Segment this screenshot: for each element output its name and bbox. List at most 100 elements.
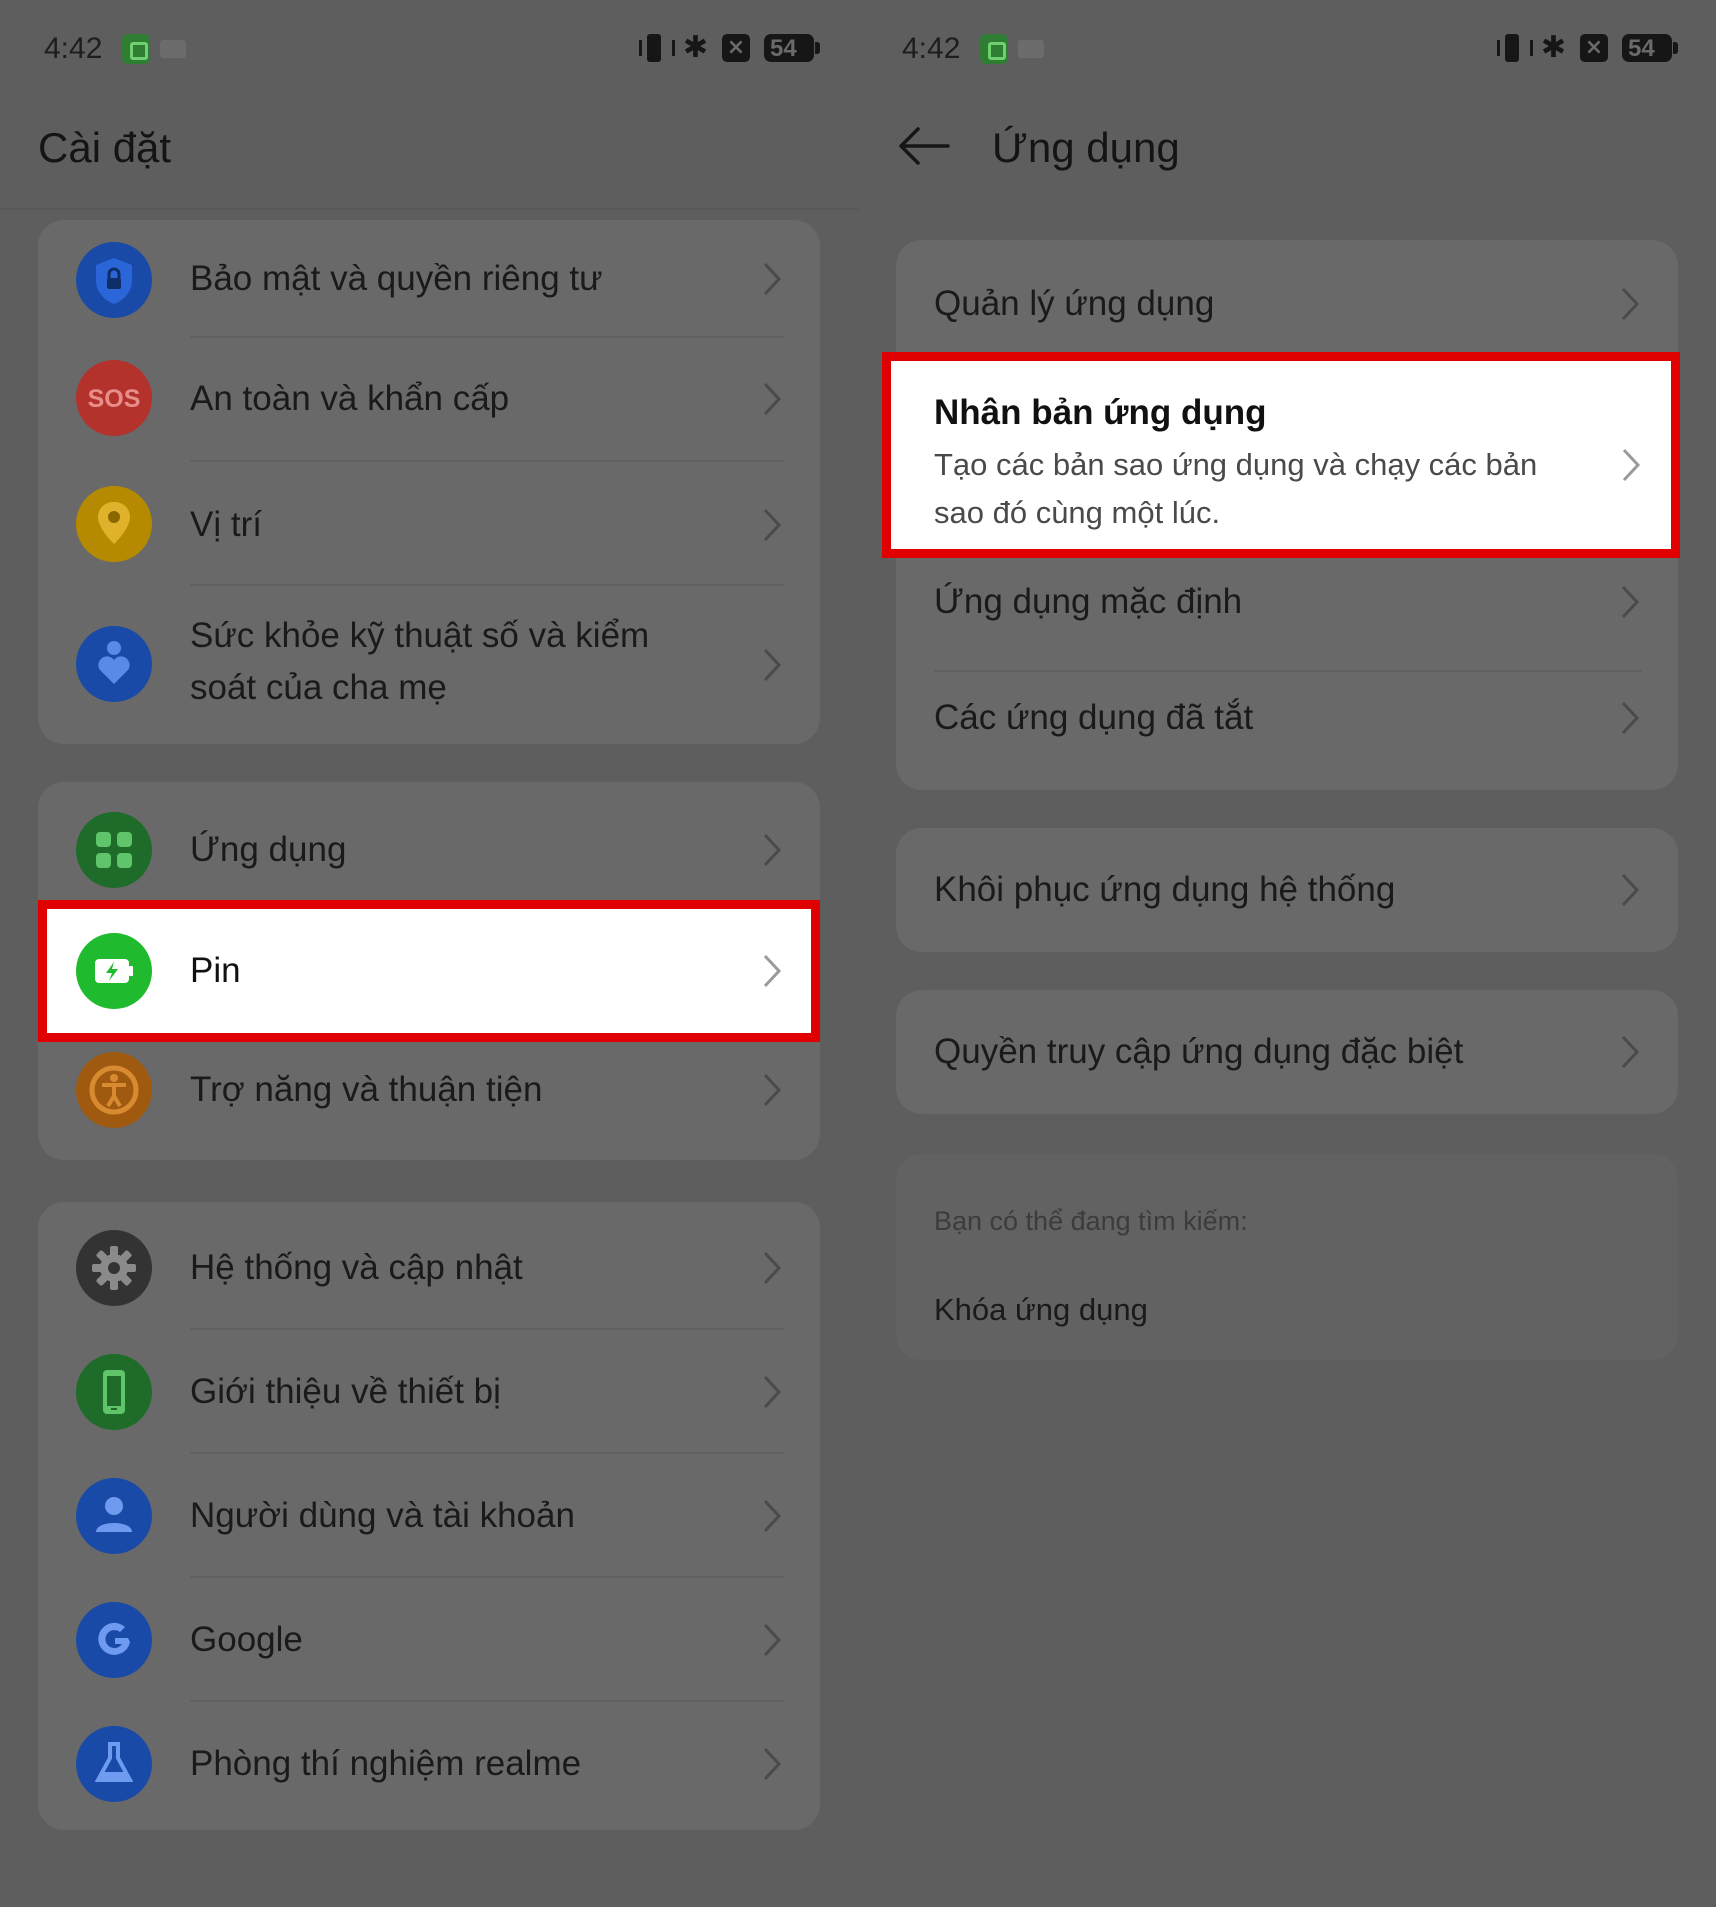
- suggestions-heading: Bạn có thể đang tìm kiếm:: [934, 1206, 1248, 1236]
- suggestion-app-lock[interactable]: Khóa ứng dụng: [934, 1292, 1148, 1328]
- settings-item-label: Trợ năng và thuận tiện: [190, 1070, 543, 1109]
- settings-item-digital-wellbeing[interactable]: Sức khỏe kỹ thuật số và kiểm soát của ch…: [38, 586, 820, 744]
- chevron-right-icon: [762, 1622, 782, 1658]
- user-icon: [76, 1478, 152, 1554]
- settings-item-location[interactable]: Vị trí: [38, 462, 820, 586]
- apps-item-disabled[interactable]: Các ứng dụng đã tắt: [896, 672, 1678, 790]
- app-icon: [980, 34, 1008, 64]
- page-title: Ứng dụng: [992, 124, 1180, 171]
- battery-level: 54: [770, 35, 797, 62]
- header-divider: [0, 208, 858, 210]
- settings-item-safety[interactable]: SOS An toàn và khẩn cấp: [38, 338, 820, 462]
- status-time: 4:42: [902, 32, 961, 65]
- apps-item-special-access[interactable]: Quyền truy cập ứng dụng đặc biệt: [896, 990, 1678, 1114]
- settings-item-label: Bảo mật và quyền riêng tư: [190, 259, 603, 298]
- chevron-right-icon: [762, 1374, 782, 1410]
- chevron-right-icon: [762, 953, 782, 989]
- settings-item-label: Phòng thí nghiệm realme: [190, 1744, 582, 1783]
- chevron-right-icon: [762, 647, 782, 683]
- status-time: 4:42: [44, 32, 103, 65]
- apps-item-label: Quyền truy cập ứng dụng đặc biệt: [934, 1032, 1464, 1071]
- x-icon: ×: [1580, 34, 1608, 62]
- settings-panel: 4:42 ✱ × 54 Cài đặt Bảo mật và quyền riê…: [0, 0, 858, 1907]
- chevron-right-icon: [762, 261, 782, 297]
- chevron-right-icon: [762, 1498, 782, 1534]
- apps-item-sub-line2: sao đó cùng một lúc.: [934, 495, 1221, 530]
- chevron-right-icon: [762, 507, 782, 543]
- search-suggestions: Bạn có thể đang tìm kiếm: Khóa ứng dụng: [896, 1154, 1678, 1360]
- settings-item-system[interactable]: Hệ thống và cập nhật: [38, 1202, 820, 1330]
- settings-item-label: Pin: [190, 951, 241, 990]
- gear-icon: [76, 1230, 152, 1306]
- shield-lock-icon: [76, 242, 152, 318]
- chevron-right-icon: [762, 1250, 782, 1286]
- flask-icon: [76, 1726, 152, 1802]
- apps-item-manage[interactable]: Quản lý ứng dụng: [896, 240, 1678, 360]
- chevron-right-icon: [762, 1072, 782, 1108]
- apps-item-label: Nhân bản ứng dụng: [934, 393, 1267, 432]
- status-bar: 4:42 ✱ × 54: [902, 28, 1678, 72]
- chevron-right-icon: [1620, 1034, 1640, 1070]
- settings-group-system: Hệ thống và cập nhật Giới thiệu về thiết…: [38, 1202, 820, 1830]
- settings-item-label: Ứng dụng: [190, 830, 347, 869]
- settings-item-label: An toàn và khẩn cấp: [190, 379, 510, 418]
- chevron-right-icon: [1621, 447, 1641, 483]
- vibrate-icon: [1496, 32, 1533, 64]
- apps-item-clone[interactable]: Nhân bản ứng dụng Tạo các bản sao ứng dụ…: [882, 352, 1680, 558]
- apps-grid-icon: [76, 812, 152, 888]
- battery-icon: 54: [1622, 34, 1678, 62]
- chevron-right-icon: [1620, 872, 1640, 908]
- phone-icon: [76, 1354, 152, 1430]
- settings-group-privacy: Bảo mật và quyền riêng tư SOS An toàn và…: [38, 220, 820, 744]
- settings-item-realme-lab[interactable]: Phòng thí nghiệm realme: [38, 1702, 820, 1830]
- settings-item-label-line1: Sức khỏe kỹ thuật số và kiểm: [190, 616, 650, 655]
- settings-item-security[interactable]: Bảo mật và quyền riêng tư: [38, 220, 820, 338]
- google-icon: [76, 1602, 152, 1678]
- settings-item-tro-nang[interactable]: Trợ năng và thuận tiện: [38, 1038, 820, 1160]
- chevron-right-icon: [1620, 286, 1640, 322]
- notification-icon: [1018, 40, 1044, 58]
- battery-charge-icon: [76, 933, 152, 1009]
- settings-item-apps[interactable]: Ứng dụng: [38, 782, 820, 900]
- settings-item-label-line2: soát của cha mẹ: [190, 668, 447, 707]
- back-arrow-icon[interactable]: [898, 124, 950, 168]
- app-icon: [122, 34, 150, 64]
- apps-group-special: Quyền truy cập ứng dụng đặc biệt: [896, 990, 1678, 1114]
- accessibility-icon: [76, 1052, 152, 1128]
- apps-group-restore: Khôi phục ứng dụng hệ thống: [896, 828, 1678, 952]
- settings-item-label: Hệ thống và cập nhật: [190, 1248, 523, 1287]
- chevron-right-icon: [762, 381, 782, 417]
- bluetooth-icon: ✱: [1540, 30, 1566, 65]
- settings-item-label: Google: [190, 1620, 303, 1659]
- settings-item-label: Vị trí: [190, 505, 262, 544]
- settings-item-label: Người dùng và tài khoản: [190, 1496, 575, 1535]
- status-bar: 4:42 ✱ × 54: [44, 28, 820, 72]
- apps-item-label: Quản lý ứng dụng: [934, 284, 1215, 323]
- apps-item-label: Khôi phục ứng dụng hệ thống: [934, 870, 1396, 909]
- svg-text:SOS: SOS: [88, 385, 141, 413]
- vibrate-icon: [638, 32, 675, 64]
- notification-icon: [160, 40, 186, 58]
- apps-item-label: Các ứng dụng đã tắt: [934, 698, 1254, 737]
- settings-item-label: Giới thiệu về thiết bị: [190, 1372, 501, 1411]
- apps-item-restore-system[interactable]: Khôi phục ứng dụng hệ thống: [896, 828, 1678, 952]
- chevron-right-icon: [1620, 584, 1640, 620]
- page-title: Cài đặt: [38, 124, 172, 171]
- chevron-right-icon: [762, 1746, 782, 1782]
- settings-item-users[interactable]: Người dùng và tài khoản: [38, 1454, 820, 1578]
- settings-item-about[interactable]: Giới thiệu về thiết bị: [38, 1330, 820, 1454]
- apps-panel: 4:42 ✱ × 54 Ứng dụng Quản lý ứng dụng Ứn…: [858, 0, 1716, 1907]
- chevron-right-icon: [762, 832, 782, 868]
- settings-item-battery[interactable]: Pin: [38, 900, 820, 1042]
- battery-level: 54: [1628, 35, 1655, 62]
- sos-icon: SOS: [76, 360, 152, 436]
- bluetooth-icon: ✱: [682, 30, 708, 65]
- battery-icon: 54: [764, 34, 820, 62]
- apps-item-sub-line1: Tạo các bản sao ứng dụng và chạy các bản: [934, 447, 1538, 482]
- x-icon: ×: [722, 34, 750, 62]
- apps-item-default[interactable]: Ứng dụng mặc định: [896, 556, 1678, 672]
- apps-item-label: Ứng dụng mặc định: [934, 582, 1243, 621]
- heart-person-icon: [76, 626, 152, 702]
- location-pin-icon: [76, 486, 152, 562]
- settings-item-google[interactable]: Google: [38, 1578, 820, 1702]
